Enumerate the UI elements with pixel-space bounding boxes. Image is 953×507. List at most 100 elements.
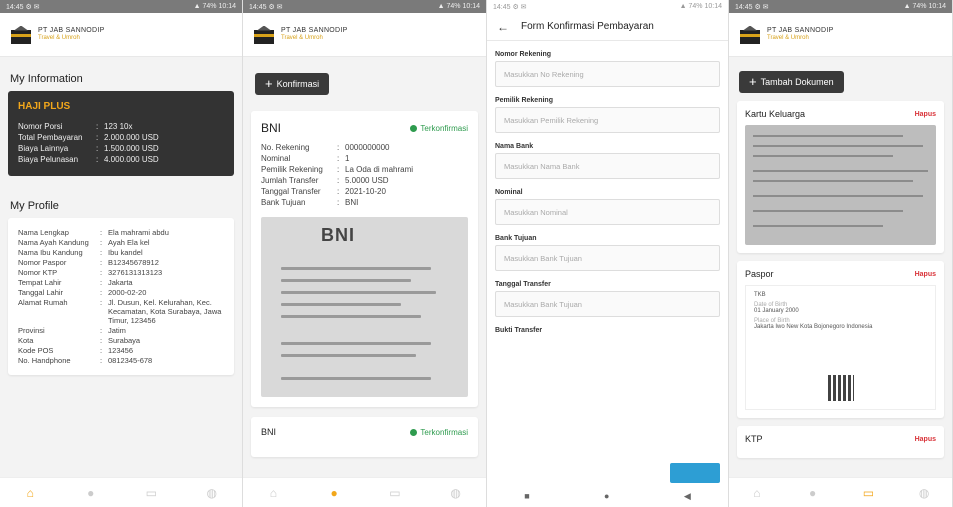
detail-value: 0000000000: [345, 143, 390, 152]
payment-card[interactable]: BNI Terkonfirmasi: [251, 417, 478, 457]
upload-proof-button[interactable]: [670, 463, 720, 483]
nav-back-icon[interactable]: ■: [524, 491, 529, 501]
field-label: Pemilik Rekening: [495, 97, 553, 104]
home-icon[interactable]: ⌂: [266, 486, 280, 500]
detail-key: Pemilik Rekening: [261, 165, 323, 174]
info-key: Biaya Pelunasan: [18, 155, 79, 164]
passport-text: Jakarta Iwo New Kota Bojonegoro Indonesi…: [754, 324, 873, 330]
detail-key: Jumlah Transfer: [261, 176, 319, 185]
brand-tagline: Travel & Umroh: [38, 35, 80, 42]
transfer-receipt-image[interactable]: BNI: [261, 217, 468, 397]
nav-home-icon[interactable]: ●: [604, 491, 609, 501]
passport-text: 01 January 2000: [754, 308, 799, 314]
status-bar: 14:45 ⚙ ✉ ▲ 74% 10:14: [0, 0, 242, 13]
destination-bank-field[interactable]: Masukkan Bank Tujuan: [495, 245, 720, 271]
add-document-button[interactable]: + Tambah Dokumen: [739, 71, 844, 93]
status-left: 14:45 ⚙ ✉: [6, 3, 40, 11]
check-circle-icon: [410, 428, 418, 436]
info-value: 123 10x: [104, 122, 133, 131]
nav-recent-icon[interactable]: ◀: [684, 491, 691, 502]
account-owner-field[interactable]: Masukkan Pemilik Rekening: [495, 107, 720, 133]
profile-value: Surabaya: [108, 336, 141, 345]
family-card-image[interactable]: [745, 125, 936, 245]
field-label: Tanggal Transfer: [495, 281, 551, 288]
qr-code-icon: [827, 375, 854, 401]
field-label: Bank Tujuan: [495, 235, 537, 242]
confirm-payment-button[interactable]: + Konfirmasi: [255, 73, 330, 95]
passport-text: TKB: [754, 292, 766, 298]
field-label: Nama Bank: [495, 143, 534, 150]
system-nav: ■ ● ◀: [487, 485, 728, 507]
app-header: PT JAB SANNODIP Travel & Umroh: [243, 13, 486, 57]
back-arrow-icon[interactable]: ←: [497, 20, 509, 34]
document-title: Kartu Keluarga: [745, 109, 806, 119]
payment-icon[interactable]: ●: [84, 486, 98, 500]
profile-value: 3276131313123: [108, 268, 163, 277]
screen-payments: 14:45 ⚙ ✉ ▲ 74% 10:14 PT JAB SANNODIP Tr…: [243, 0, 487, 507]
profile-key: Tempat Lahir: [18, 278, 62, 287]
profile-value: Jatim: [108, 326, 126, 335]
plus-icon: +: [749, 74, 757, 89]
payment-details: No. Rekening:0000000000 Nominal:1 Pemili…: [261, 143, 468, 207]
plus-icon: +: [265, 76, 273, 91]
document-card-passport: Paspor Hapus TKB Date of Birth 01 Januar…: [737, 261, 944, 418]
status-label: Terkonfirmasi: [420, 123, 468, 133]
info-key: Nomor Porsi: [18, 122, 63, 131]
passport-image[interactable]: TKB Date of Birth 01 January 2000 Place …: [745, 285, 936, 410]
profile-key: Alamat Rumah: [18, 298, 68, 307]
status-left: 14:45 ⚙ ✉: [735, 3, 769, 11]
field-label: Nomor Rekening: [495, 51, 552, 58]
status-right: ▲ 74% 10:14: [903, 3, 946, 10]
profile-key: Nama Ibu Kandung: [18, 248, 83, 257]
add-document-label: Tambah Dokumen: [760, 77, 834, 87]
delete-button[interactable]: Hapus: [915, 436, 936, 443]
home-icon[interactable]: ⌂: [750, 486, 764, 500]
status-bar: 14:45 ⚙ ✉ ▲ 74% 10:14: [729, 0, 952, 13]
home-icon[interactable]: ⌂: [23, 486, 37, 500]
status-badge: Terkonfirmasi: [410, 428, 468, 437]
detail-key: Bank Tujuan: [261, 198, 306, 207]
info-value: 1.500.000 USD: [104, 144, 159, 153]
package-card: HAJI PLUS Nomor Porsi:123 10x Total Pemb…: [8, 91, 234, 176]
brand-name: PT JAB SANNODIP: [767, 27, 834, 35]
bank-name-field[interactable]: Masukkan Nama Bank: [495, 153, 720, 179]
brand-tagline: Travel & Umroh: [281, 35, 323, 42]
profile-info: Nama Lengkap: Ela mahrami abdu Nama Ayah …: [18, 228, 224, 365]
field-label: Nominal: [495, 189, 523, 196]
delete-button[interactable]: Hapus: [915, 111, 936, 118]
profile-value: Ayah Ela kel: [108, 238, 150, 247]
transfer-date-field[interactable]: Masukkan Bank Tujuan: [495, 291, 720, 317]
profile-key: Nomor Paspor: [18, 258, 67, 267]
nominal-field[interactable]: Masukkan Nominal: [495, 199, 720, 225]
delete-button[interactable]: Hapus: [915, 271, 936, 278]
brand-name: PT JAB SANNODIP: [281, 27, 348, 35]
profile-key: No. Handphone: [18, 356, 71, 365]
payment-form: Nomor Rekening Masukkan No Rekening Pemi…: [487, 41, 728, 501]
payment-bank: BNI: [261, 121, 282, 135]
document-card-kk: Kartu Keluarga Hapus: [737, 101, 944, 253]
detail-value: 2021-10-20: [345, 187, 386, 196]
user-icon[interactable]: ◍: [205, 486, 219, 500]
folder-icon[interactable]: ▭: [861, 486, 875, 500]
status-label: Terkonfirmasi: [420, 427, 468, 437]
user-icon[interactable]: ◍: [917, 486, 931, 500]
kaaba-logo-icon: [253, 25, 275, 45]
status-left: 14:45 ⚙ ✉: [249, 3, 283, 11]
form-title: Form Konfirmasi Pembayaran: [521, 21, 654, 32]
folder-icon[interactable]: ▭: [144, 486, 158, 500]
payment-card[interactable]: BNI Terkonfirmasi No. Rekening:000000000…: [251, 111, 478, 407]
bottom-nav: ⌂ ● ▭ ◍: [0, 477, 242, 507]
folder-icon[interactable]: ▭: [388, 486, 402, 500]
user-icon[interactable]: ◍: [449, 486, 463, 500]
profile-key: Nama Ayah Kandung: [18, 238, 89, 247]
check-circle-icon: [410, 124, 418, 132]
brand: PT JAB SANNODIP Travel & Umroh: [38, 27, 105, 41]
account-number-field[interactable]: Masukkan No Rekening: [495, 61, 720, 87]
payment-icon[interactable]: ●: [327, 486, 341, 500]
profile-key: Kota: [18, 336, 34, 345]
profile-card: Nama Lengkap: Ela mahrami abdu Nama Ayah …: [8, 218, 234, 375]
document-title: Paspor: [745, 269, 774, 279]
payment-icon[interactable]: ●: [806, 486, 820, 500]
detail-value: 5.0000 USD: [345, 176, 389, 185]
status-right: ▲ 74% 10:14: [437, 3, 480, 10]
